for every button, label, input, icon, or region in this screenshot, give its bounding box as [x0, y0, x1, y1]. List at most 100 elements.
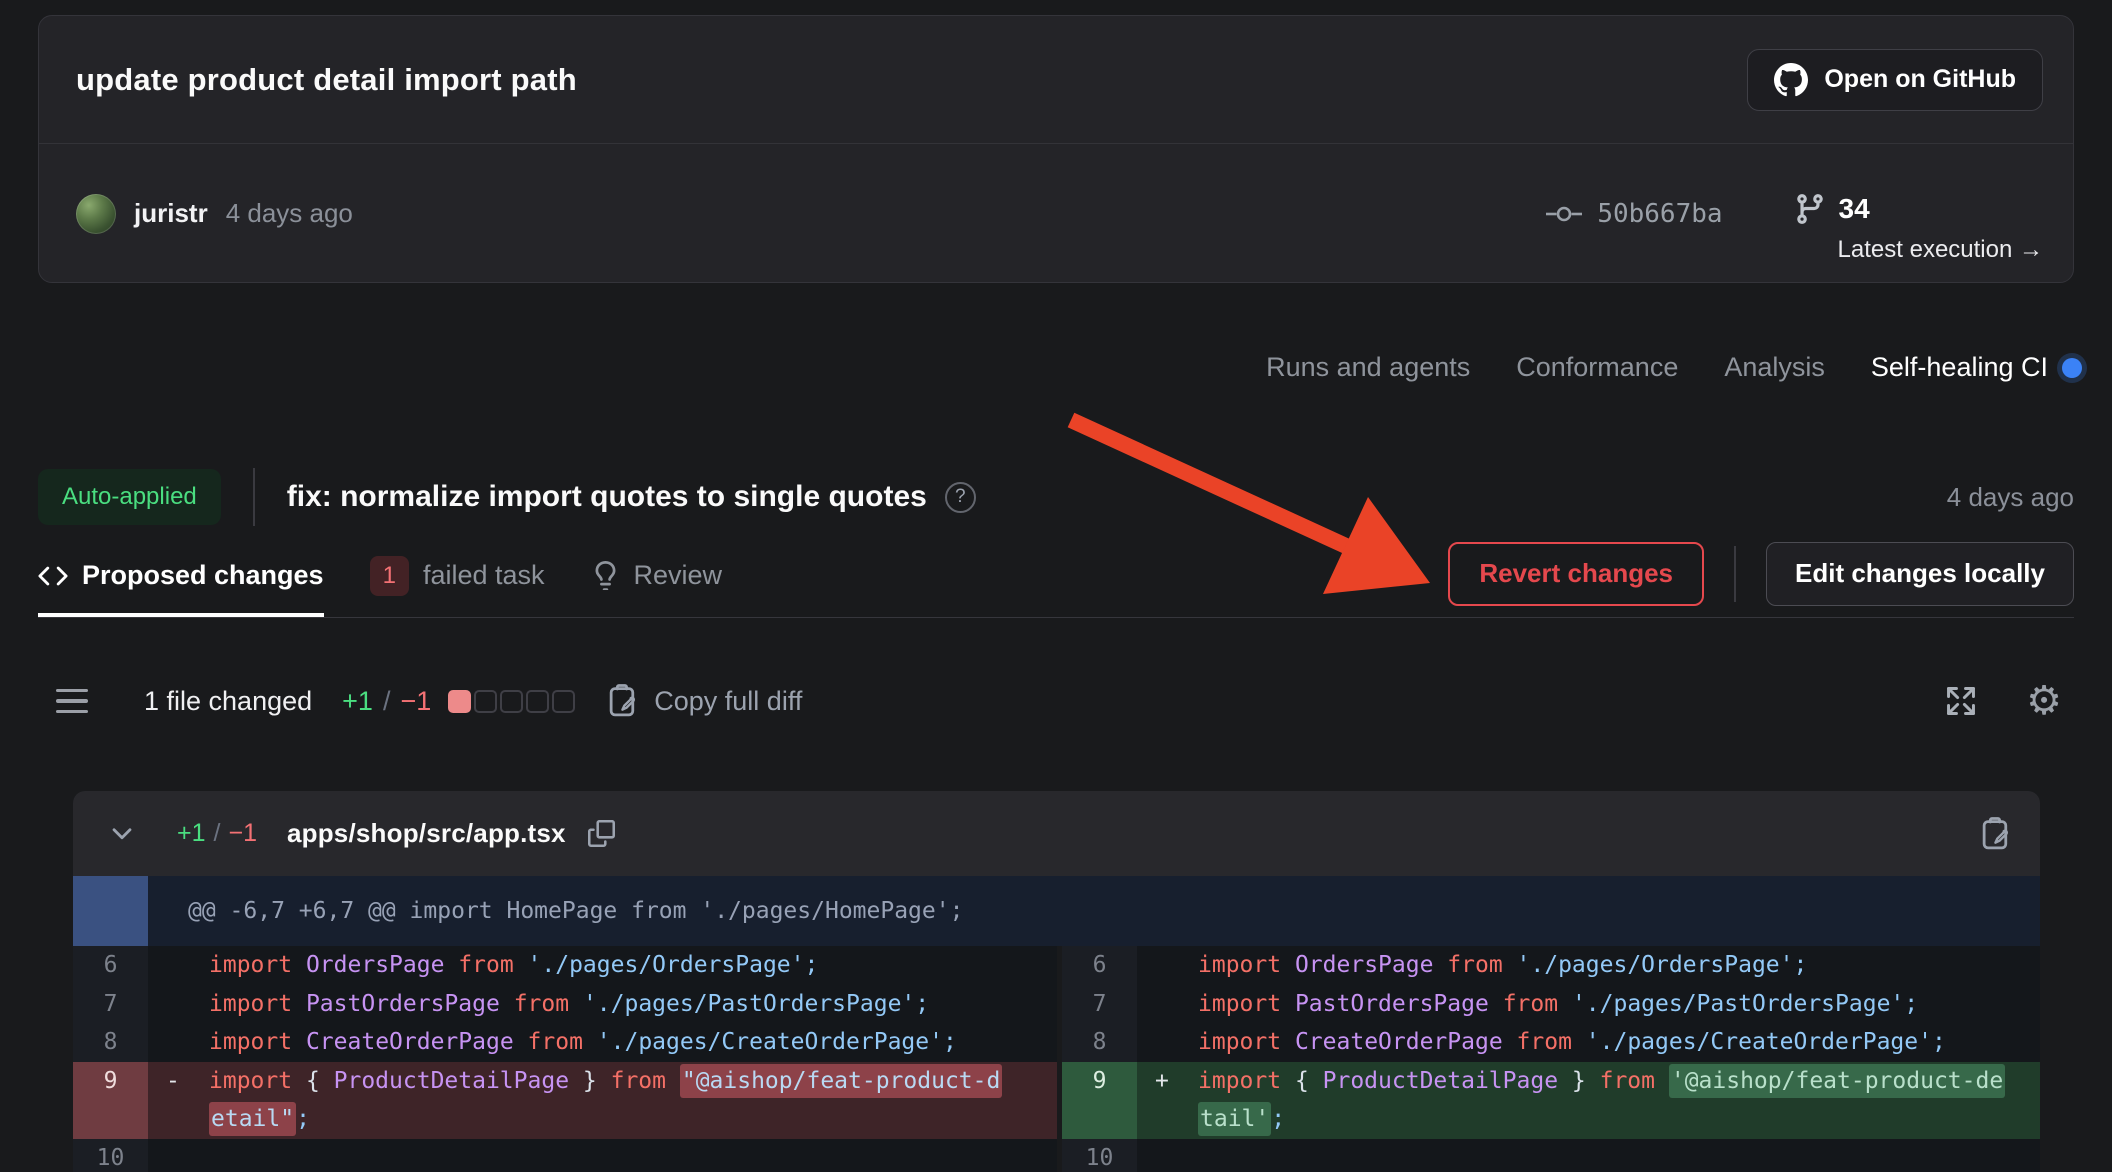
diff-line: 8import CreateOrderPage from './pages/Cr… [1062, 1023, 2040, 1062]
file-list-menu-icon[interactable] [56, 689, 88, 714]
page-title: update product detail import path [76, 62, 1747, 98]
open-on-github-label: Open on GitHub [1824, 65, 2016, 94]
code-icon [38, 561, 68, 591]
diff-pane-new: 6import OrdersPage from './pages/OrdersP… [1062, 946, 2040, 1172]
diff-block-square [552, 690, 575, 713]
line-content: import OrdersPage from './pages/OrdersPa… [148, 946, 1057, 985]
diff-line: 9-import { ProductDetailPage } from "@ai… [73, 1062, 1057, 1139]
diff-panes: 6import OrdersPage from './pages/OrdersP… [73, 946, 2040, 1172]
commit-author: juristr [134, 198, 208, 229]
gear-icon[interactable]: ⚙ [2026, 681, 2062, 721]
fix-header-row: Auto-applied fix: normalize import quote… [38, 460, 2074, 534]
latest-execution-link[interactable]: Latest execution → [1838, 236, 2043, 264]
commit-sha-group[interactable]: 50b667ba [1545, 199, 1722, 229]
diff-block-square [526, 690, 549, 713]
diff-line: 9+import { ProductDetailPage } from '@ai… [1062, 1062, 2040, 1139]
auto-applied-badge: Auto-applied [38, 469, 221, 525]
line-number: 6 [1062, 946, 1137, 985]
status-dot [2062, 358, 2082, 378]
line-content: -import { ProductDetailPage } from "@ais… [148, 1062, 1057, 1139]
diff-line: 8import CreateOrderPage from './pages/Cr… [73, 1023, 1057, 1062]
nav-item-self-healing-ci[interactable]: Self-healing CI [1871, 352, 2082, 383]
line-content: import CreateOrderPage from './pages/Cre… [148, 1023, 1057, 1062]
tab-label: failed task [423, 560, 545, 591]
line-number: 7 [1062, 985, 1137, 1024]
line-number: 7 [73, 985, 148, 1024]
workspace-nav: Runs and agents Conformance Analysis Sel… [1266, 352, 2082, 383]
diff-file-card: +1 / −1 apps/shop/src/app.tsx @@ -6,7 +6… [73, 791, 2040, 1172]
toolbar-slash: / [383, 686, 391, 717]
line-number: 8 [73, 1023, 148, 1062]
divider [1734, 546, 1736, 602]
file-path: apps/shop/src/app.tsx [287, 818, 566, 849]
line-number: 10 [73, 1139, 148, 1172]
file-deletions: −1 [228, 819, 257, 848]
copy-file-diff-icon[interactable] [1981, 817, 2012, 851]
self-healing-ci-page: update product detail import path Open o… [0, 0, 2112, 1172]
commit-title-row: update product detail import path Open o… [39, 16, 2073, 144]
line-content [148, 1139, 1057, 1172]
commit-meta-row: juristr 4 days ago 50b667ba 34 Latest ex… [39, 144, 2073, 283]
diff-line: 6import OrdersPage from './pages/OrdersP… [73, 946, 1057, 985]
commit-sha: 50b667ba [1597, 199, 1722, 229]
chevron-down-icon[interactable] [107, 819, 137, 849]
diff-line: 7import PastOrdersPage from './pages/Pas… [1062, 985, 2040, 1024]
lightbulb-icon [591, 561, 620, 590]
diff-file-header: +1 / −1 apps/shop/src/app.tsx [73, 791, 2040, 876]
file-additions: +1 [177, 819, 206, 848]
line-number: 10 [1062, 1139, 1137, 1172]
github-icon [1774, 63, 1808, 97]
line-number: 9 [1062, 1062, 1137, 1139]
tab-proposed-changes[interactable]: Proposed changes [38, 540, 324, 617]
copy-path-icon[interactable] [588, 820, 615, 847]
copy-full-diff-label: Copy full diff [654, 686, 802, 717]
hunk-header: @@ -6,7 +6,7 @@ import HomePage from './… [73, 876, 2040, 946]
diff-line: 10 [1062, 1139, 2040, 1172]
avatar[interactable] [76, 194, 116, 234]
help-icon[interactable]: ? [945, 482, 976, 513]
tab-failed-task[interactable]: 1 failed task [370, 540, 545, 617]
nav-item-analysis[interactable]: Analysis [1724, 352, 1825, 383]
diff-pane-old: 6import OrdersPage from './pages/OrdersP… [73, 946, 1057, 1172]
fix-actions: Revert changes Edit changes locally [1448, 540, 2074, 617]
line-content: import OrdersPage from './pages/OrdersPa… [1137, 946, 2040, 985]
hunk-text: @@ -6,7 +6,7 @@ import HomePage from './… [148, 876, 963, 946]
diff-block-square [474, 690, 497, 713]
diff-toolbar: 1 file changed +1 / −1 Copy full diff ⚙ [38, 658, 2074, 744]
line-number: 9 [73, 1062, 148, 1139]
expand-fullscreen-icon[interactable] [1944, 684, 1978, 718]
commit-card: update product detail import path Open o… [38, 15, 2074, 283]
divider [253, 468, 255, 526]
fix-tabs: Proposed changes 1 failed task Review [38, 540, 722, 617]
fix-tabs-row: Proposed changes 1 failed task Review Re… [38, 540, 2074, 618]
files-changed-label: 1 file changed [144, 686, 312, 717]
diff-line: 10 [73, 1139, 1057, 1172]
tab-label: Review [634, 560, 723, 591]
commit-time: 4 days ago [226, 198, 353, 229]
line-content: import PastOrdersPage from './pages/Past… [1137, 985, 2040, 1024]
nav-item-runs-and-agents[interactable]: Runs and agents [1266, 352, 1470, 383]
tab-label: Proposed changes [82, 560, 324, 591]
nav-item-label: Self-healing CI [1871, 352, 2048, 383]
diff-line: 7import PastOrdersPage from './pages/Pas… [73, 985, 1057, 1024]
execution-group: 34 Latest execution → [1793, 192, 2043, 264]
edit-changes-locally-button[interactable]: Edit changes locally [1766, 542, 2074, 606]
commit-icon [1545, 201, 1583, 227]
git-branch-icon [1793, 192, 1827, 226]
toolbar-additions: +1 [342, 686, 373, 717]
fix-title: fix: normalize import quotes to single q… [287, 480, 927, 514]
nav-item-conformance[interactable]: Conformance [1516, 352, 1678, 383]
line-content [1137, 1139, 2040, 1172]
failed-task-count-badge: 1 [370, 556, 409, 596]
revert-changes-button[interactable]: Revert changes [1448, 542, 1704, 606]
execution-count: 34 [1839, 193, 1870, 225]
open-on-github-button[interactable]: Open on GitHub [1747, 49, 2043, 111]
line-number: 8 [1062, 1023, 1137, 1062]
copy-full-diff-button[interactable]: Copy full diff [608, 684, 802, 718]
clipboard-icon [608, 684, 639, 718]
file-slash: / [214, 819, 221, 848]
tab-review[interactable]: Review [591, 540, 723, 617]
toolbar-deletions: −1 [400, 686, 431, 717]
diff-line: 6import OrdersPage from './pages/OrdersP… [1062, 946, 2040, 985]
diff-block-square [500, 690, 523, 713]
